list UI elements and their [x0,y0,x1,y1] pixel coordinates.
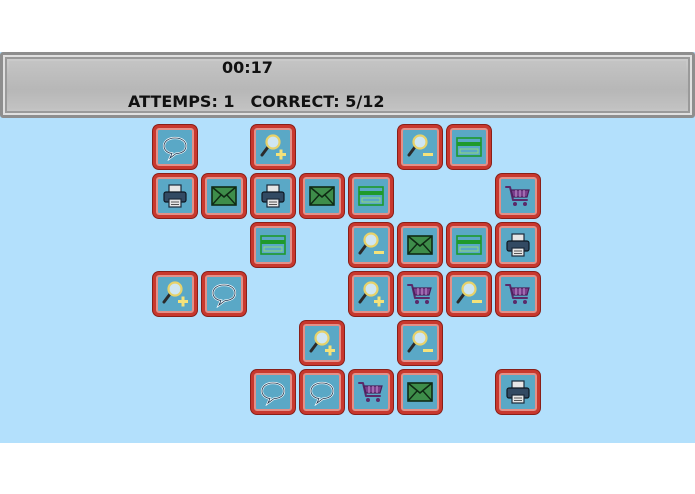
tile[interactable] [300,321,344,365]
tile[interactable] [153,272,197,316]
envelope-icon [309,186,335,206]
shopping-cart-icon [358,382,383,402]
speech-bubble-icon [162,136,188,161]
tile[interactable] [251,174,295,218]
printer-icon [506,380,530,404]
tile[interactable] [153,125,197,169]
tile[interactable] [300,370,344,414]
printer-icon [506,233,530,257]
tile[interactable] [349,272,393,316]
correct-counter: CORRECT: 5/12 [250,92,385,111]
zoom-in-icon [162,281,188,307]
tile[interactable] [251,125,295,169]
tile[interactable] [398,321,442,365]
zoom-in-icon [358,281,384,307]
tile[interactable] [349,174,393,218]
envelope-icon [211,186,237,206]
tile[interactable] [447,272,491,316]
timer: 00:17 [222,58,273,77]
tile[interactable] [398,272,442,316]
tile[interactable] [398,125,442,169]
credit-card-icon [456,235,482,255]
tile[interactable] [496,174,540,218]
printer-icon [261,184,285,208]
tile[interactable] [349,223,393,267]
zoom-in-icon [309,330,335,356]
zoom-out-icon [407,330,433,353]
tile[interactable] [251,223,295,267]
tile[interactable] [496,370,540,414]
speech-bubble-icon [211,283,237,308]
tile[interactable] [398,223,442,267]
zoom-out-icon [407,134,433,157]
zoom-out-icon [456,281,482,304]
tile[interactable] [447,125,491,169]
envelope-icon [407,235,433,255]
tile[interactable] [398,370,442,414]
zoom-out-icon [358,232,384,255]
shopping-cart-icon [505,284,530,304]
credit-card-icon [456,137,482,157]
shopping-cart-icon [505,186,530,206]
tile[interactable] [349,370,393,414]
credit-card-icon [358,186,384,206]
printer-icon [163,184,187,208]
tile[interactable] [153,174,197,218]
stats-line: ATTEMPS: 1 CORRECT: 5/12 [128,92,384,111]
shopping-cart-icon [407,284,432,304]
credit-card-icon [260,235,286,255]
tile[interactable] [300,174,344,218]
speech-bubble-icon [309,381,335,406]
zoom-in-icon [260,134,286,160]
attempts-counter: ATTEMPS: 1 [128,92,235,111]
tile[interactable] [496,223,540,267]
tile[interactable] [202,174,246,218]
speech-bubble-icon [260,381,286,406]
envelope-icon [407,382,433,402]
tile[interactable] [202,272,246,316]
tile[interactable] [447,223,491,267]
tile[interactable] [251,370,295,414]
tile[interactable] [496,272,540,316]
